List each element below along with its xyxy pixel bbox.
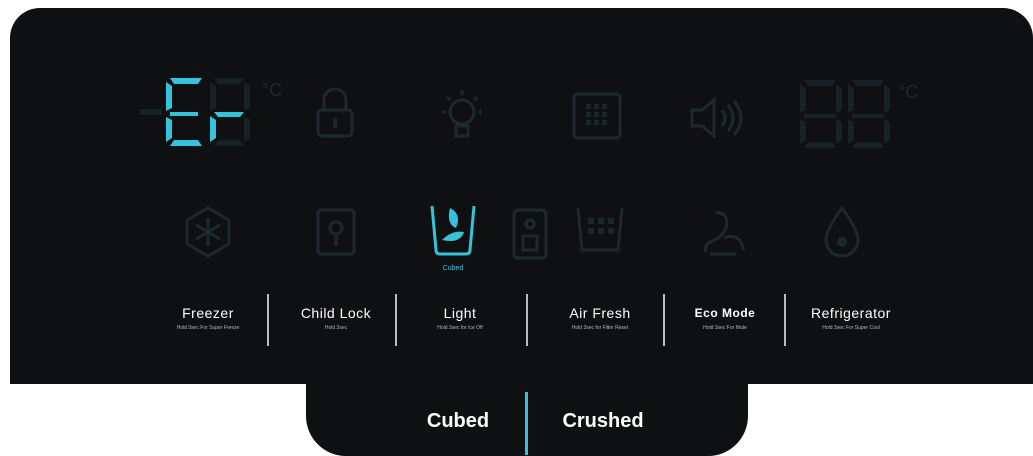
fridge-degree-unit: °C (898, 82, 919, 102)
divider (395, 294, 397, 346)
ice-maker-icon (316, 208, 356, 256)
freezer-temp-caption (180, 168, 240, 174)
filter-grid-icon (572, 92, 622, 140)
freezer-button-label: Freezer (182, 305, 234, 321)
eco-plug-icon (704, 210, 746, 256)
light-button-label: Light (443, 305, 477, 321)
light-bulb-icon (442, 90, 482, 138)
child-lock-button-label: Child Lock (300, 305, 372, 321)
eco-mode-button-label: Eco Mode (694, 306, 756, 320)
freezer-button[interactable]: Freezer Hold 3sec For Super Freeze (156, 304, 260, 332)
air-fresh-button-hint: Hold 3sec for Filter Reset (571, 325, 629, 331)
freezer-temp-display (140, 78, 250, 146)
light-button[interactable]: Light Hold 3sec for Ice Off (408, 304, 512, 332)
air-fresh-button-label: Air Fresh (569, 305, 631, 321)
divider (784, 294, 786, 346)
refrigerator-button-hint: Hold 3sec For Super Cool (822, 325, 880, 331)
air-fresh-button[interactable]: Air Fresh Hold 3sec for Filter Reset (544, 304, 656, 332)
ice-crushed-icon (512, 208, 548, 260)
water-drop-icon (824, 205, 860, 258)
eco-mode-button-hint: Hold 3sec For Mute (703, 325, 747, 331)
child-lock-button-hint: Hold 3sec (324, 325, 348, 331)
cubed-indicator-label: Cubed (442, 265, 464, 272)
child-lock-button[interactable]: Child Lock Hold 3sec (284, 304, 388, 332)
refrigerator-button[interactable]: Refrigerator Hold 3sec For Super Cool (796, 304, 906, 332)
light-button-hint: Hold 3sec for Ice Off (437, 325, 483, 331)
tray-divider (525, 392, 528, 455)
divider (663, 294, 665, 346)
ice-cubed-icon (430, 205, 476, 256)
lock-icon (316, 87, 354, 138)
water-dispenser-icon (576, 207, 624, 252)
snowflake-hexagon-icon (185, 206, 231, 258)
divider (526, 294, 528, 346)
speaker-icon (690, 96, 743, 140)
divider (267, 294, 269, 346)
crushed-button[interactable]: Crushed (543, 406, 663, 436)
refrigerator-button-label: Refrigerator (811, 305, 891, 321)
fridge-temp-display (800, 80, 890, 148)
freezer-button-hint: Hold 3sec For Super Freeze (176, 325, 240, 331)
freezer-degree-unit: °C (262, 80, 283, 100)
eco-mode-button[interactable]: Eco Mode Hold 3sec For Mute (676, 304, 774, 332)
cubed-button[interactable]: Cubed (398, 406, 518, 436)
